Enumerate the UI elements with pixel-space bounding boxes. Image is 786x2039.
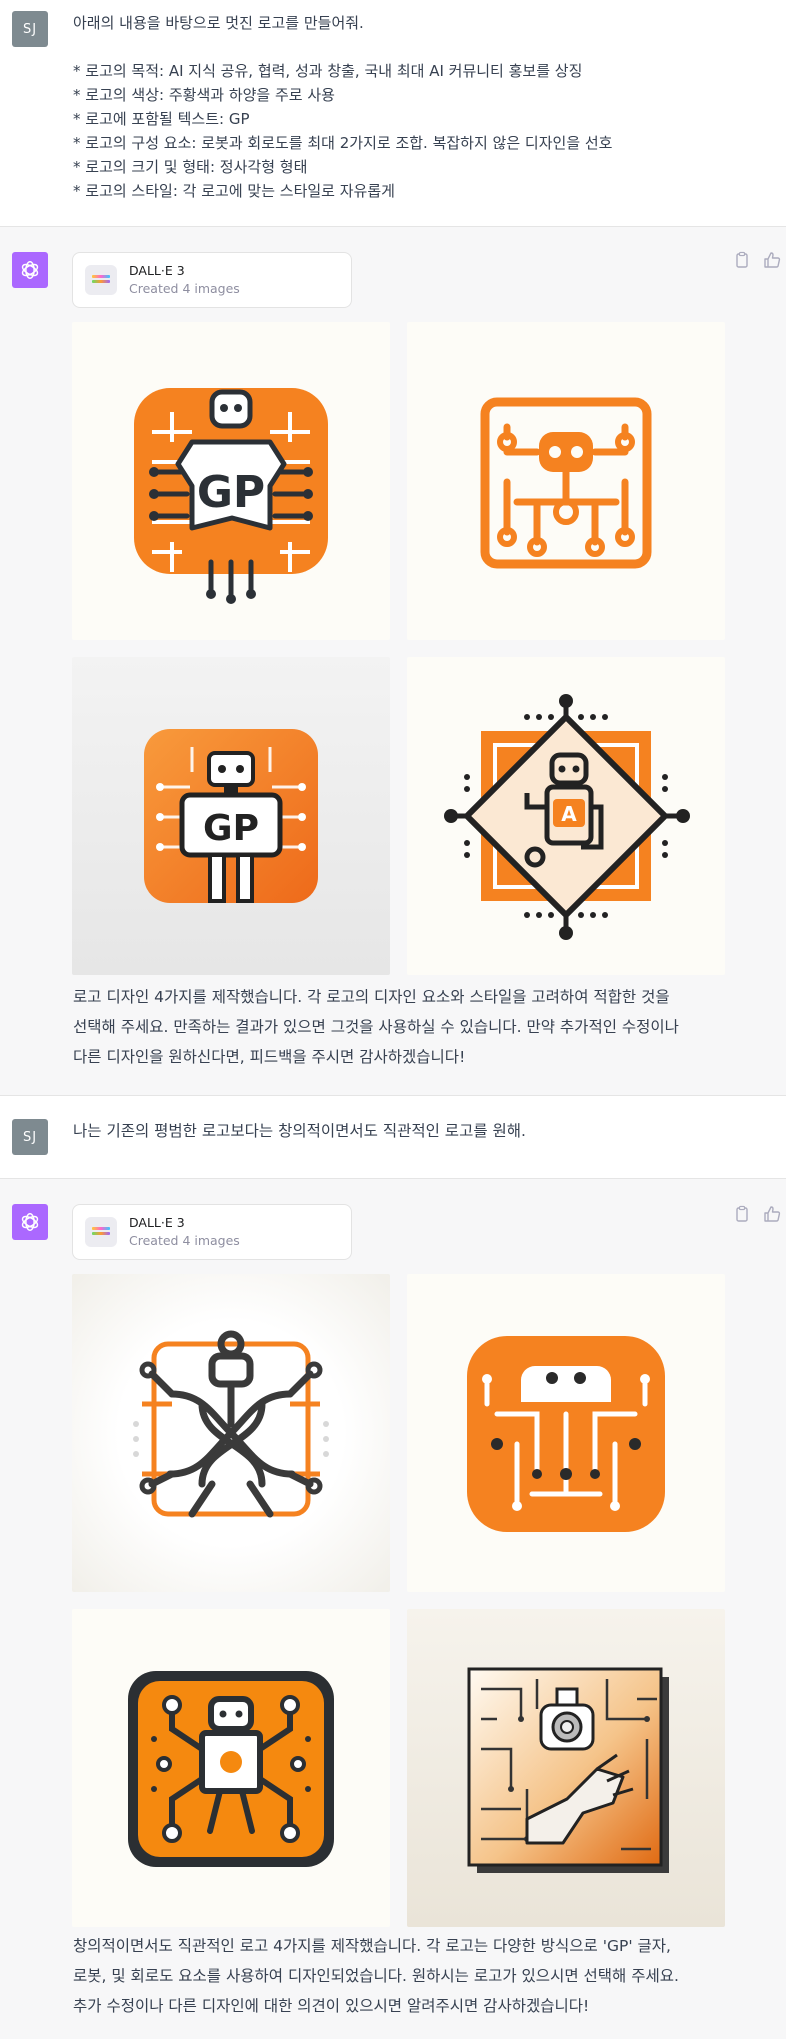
knot-robot-logo [133,1330,329,1518]
logo-text: GP [197,467,265,518]
clipboard-icon[interactable] [733,1205,751,1223]
assistant-message-1: DALL·E 3 Created 4 images GP GP A 로고 디자인… [0,227,786,1095]
user-message-2: SJ 나는 기존의 평범한 로고보다는 창의적이면서도 직관적인 로고를 원해. [0,1096,786,1178]
message-line: * 로고에 포함될 텍스트: GP [73,110,250,128]
message-line: * 로고의 색상: 주황색과 하양을 주로 사용 [73,86,335,104]
tool-status: Created 4 images [129,281,240,296]
generated-image-7[interactable] [72,1609,390,1927]
message-line: 나는 기존의 평범한 로고보다는 창의적이면서도 직관적인 로고를 원해. [73,1122,526,1140]
generated-image-8[interactable] [407,1609,725,1927]
generated-image-5[interactable] [72,1274,390,1592]
message-line: * 로고의 크기 및 형태: 정사각형 형태 [73,158,308,176]
clipboard-icon[interactable] [733,251,751,269]
assistant-text-line: 추가 수정이나 다른 디자인에 대한 의견이 있으시면 알려주시면 감사하겠습니… [73,1997,590,2015]
logo-text: A [561,802,577,826]
robot-circuit-gp-logo: GP [134,388,328,604]
dalle-tool-card[interactable]: DALL·E 3 Created 4 images [72,252,352,308]
robot-gp-app-icon: GP [144,729,318,903]
thumbs-up-icon[interactable] [763,1205,781,1223]
message-line: * 로고의 목적: AI 지식 공유, 협력, 성과 창출, 국내 최대 AI … [73,62,583,80]
message-line: * 로고의 스타일: 각 로고에 맞는 스타일로 자유롭게 [73,182,395,200]
avatar-initials: SJ [22,21,38,37]
user-message-1: SJ 아래의 내용을 바탕으로 멋진 로고를 만들어줘. * 로고의 목적: A… [0,0,786,226]
dalle-icon [85,265,117,295]
openai-logo-icon [21,1213,39,1231]
generated-image-4[interactable]: A [407,657,725,975]
avatar-initials: SJ [22,1129,38,1145]
assistant-text-line: 로봇, 및 회로도 요소를 사용하여 디자인되었습니다. 원하시는 로고가 있으… [73,1967,679,1985]
dotted-robot-app-icon [467,1336,665,1532]
diamond-robot-logo: A [444,694,690,940]
tool-name: DALL·E 3 [129,1215,185,1230]
user-avatar: SJ [12,1119,48,1155]
user-avatar: SJ [12,11,48,47]
assistant-text-line: 선택해 주세요. 만족하는 결과가 있으면 그것을 사용하실 수 있습니다. 만… [73,1018,679,1036]
assistant-message-2: DALL·E 3 Created 4 images 창의적이면서도 직관적인 로… [0,1179,786,2039]
thumbs-up-icon[interactable] [763,251,781,269]
assistant-text-line: 다른 디자인을 원하신다면, 피드백을 주시면 감사하겠습니다! [73,1048,466,1066]
circuit-robot-outline-logo [480,397,652,569]
assistant-avatar [12,1204,48,1240]
dalle-icon [85,1217,117,1247]
tool-name: DALL·E 3 [129,263,185,278]
dark-frame-robot-logo [128,1671,334,1867]
generated-image-2[interactable] [407,322,725,640]
message-line: * 로고의 구성 요소: 로봇과 회로도를 최대 2가지로 조합. 복잡하지 않… [73,134,613,152]
tool-status: Created 4 images [129,1233,240,1248]
dalle-tool-card[interactable]: DALL·E 3 Created 4 images [72,1204,352,1260]
generated-image-6[interactable] [407,1274,725,1592]
3d-circuit-robot-hand [467,1667,669,1873]
message-line: 아래의 내용을 바탕으로 멋진 로고를 만들어줘. [73,14,364,32]
openai-logo-icon [21,261,39,279]
assistant-text-line: 로고 디자인 4가지를 제작했습니다. 각 로고의 디자인 요소와 스타일을 고… [73,988,670,1006]
logo-text: GP [203,808,259,849]
generated-image-3[interactable]: GP [72,657,390,975]
generated-image-1[interactable]: GP [72,322,390,640]
assistant-text-line: 창의적이면서도 직관적인 로고 4가지를 제작했습니다. 각 로고는 다양한 방… [73,1937,671,1955]
assistant-avatar [12,252,48,288]
